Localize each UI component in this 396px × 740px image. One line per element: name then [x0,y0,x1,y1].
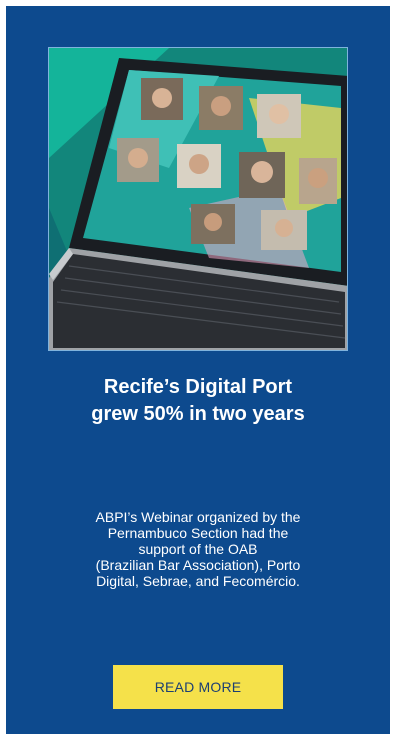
article-image[interactable] [48,47,348,351]
article-title-line: grew 50% in two years [91,403,305,425]
article-title-line: Recife’s Digital Port [103,376,293,398]
article-description-line: ABPI’s Webinar organized by the [95,509,301,525]
laptop-video-call-illustration [49,48,347,350]
article-card: Recife’s Digital Port grew 50% in two ye… [6,6,390,734]
article-title: Recife’s Digital Port grew 50% in two ye… [30,374,366,428]
article-description-line: Pernambuco Section had the [107,525,289,541]
article-description-line: Digital, Sebrae, and Fecomércio. [96,573,300,589]
article-description-line: (Brazilian Bar Association), Porto [95,557,301,573]
read-more-button[interactable]: READ MORE [113,665,283,709]
article-description-line: support of the OAB [138,541,258,557]
article-description: ABPI’s Webinar organized by the Pernambu… [30,509,366,589]
